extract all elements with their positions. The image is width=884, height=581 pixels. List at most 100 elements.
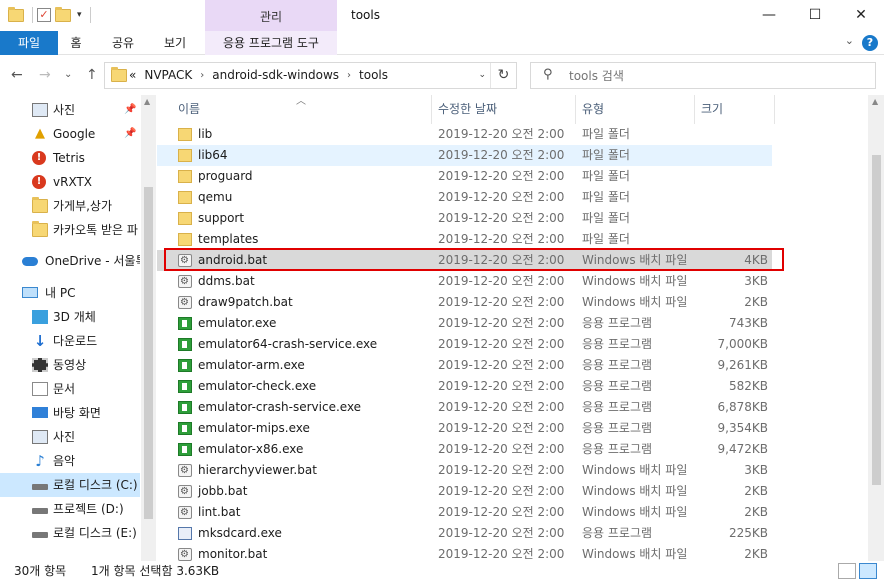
table-row[interactable]: lib 2019-12-20 오전 2:00 파일 폴더 xyxy=(157,124,772,145)
properties-icon[interactable]: ✓ xyxy=(37,8,51,22)
search-box[interactable]: ⚲ xyxy=(530,62,876,89)
nav-item-folder[interactable]: 가게부,상가 xyxy=(0,194,140,218)
batch-file-icon xyxy=(178,544,192,561)
breadcrumb-item[interactable]: NVPACK xyxy=(144,63,192,88)
table-row[interactable]: emulator-check.exe 2019-12-20 오전 2:00 응용 프… xyxy=(157,376,772,397)
nav-scrollbar[interactable]: ▲ xyxy=(141,95,156,561)
refresh-button[interactable]: ↻ xyxy=(490,63,516,88)
table-row[interactable]: mksdcard.exe 2019-12-20 오전 2:00 응용 프로그램 225… xyxy=(157,523,772,544)
column-size[interactable]: 크기 xyxy=(695,95,775,124)
nav-item-tetris[interactable]: ! Tetris xyxy=(0,146,140,170)
nav-item-videos[interactable]: 동영상 xyxy=(0,353,140,377)
nav-item-kakaotalk[interactable]: 카카오톡 받은 파 xyxy=(0,218,140,242)
table-row[interactable]: emulator.exe 2019-12-20 오전 2:00 응용 프로그램 743… xyxy=(157,313,772,334)
close-button[interactable]: ✕ xyxy=(838,0,884,31)
breadcrumb-item[interactable]: android-sdk-windows xyxy=(212,63,339,88)
table-row[interactable]: ddms.bat 2019-12-20 오전 2:00 Windows 배치 파일 3… xyxy=(157,271,772,292)
folder-icon xyxy=(8,6,24,22)
breadcrumb-separator[interactable]: › xyxy=(200,63,204,88)
table-row[interactable]: qemu 2019-12-20 오전 2:00 파일 폴더 xyxy=(157,187,772,208)
table-row[interactable]: draw9patch.bat 2019-12-20 오전 2:00 Windows … xyxy=(157,292,772,313)
file-name: lint.bat xyxy=(198,505,241,519)
tab-home[interactable]: 홈 xyxy=(58,31,94,55)
context-tab-header: 관리 xyxy=(205,0,337,31)
column-type[interactable]: 유형 xyxy=(576,95,695,124)
address-row: ← → ⌄ ↑ « NVPACK › android-sdk-windows ›… xyxy=(0,55,884,95)
table-row[interactable]: emulator-arm.exe 2019-12-20 오전 2:00 응용 프로그… xyxy=(157,355,772,376)
nav-item-pictures[interactable]: 사진 xyxy=(0,425,140,449)
table-row[interactable]: emulator64-crash-service.exe 2019-12-20 오… xyxy=(157,334,772,355)
file-type: Windows 배치 파일 xyxy=(582,295,688,309)
details-view-button[interactable] xyxy=(838,563,856,579)
nav-item-music[interactable]: ♪ 음악 xyxy=(0,449,140,473)
address-dropdown-icon[interactable]: ⌄ xyxy=(478,63,486,88)
file-size: 2KB xyxy=(744,547,768,561)
table-row[interactable]: monitor.bat 2019-12-20 오전 2:00 Windows 배치 … xyxy=(157,544,772,561)
back-button[interactable]: ← xyxy=(11,67,23,83)
tab-file[interactable]: 파일 xyxy=(0,31,58,55)
nav-item-google[interactable]: ▲ Google 📌 xyxy=(0,122,140,146)
table-row[interactable]: emulator-crash-service.exe 2019-12-20 오전 … xyxy=(157,397,772,418)
scroll-up-icon[interactable]: ▲ xyxy=(144,97,150,106)
address-bar[interactable]: « NVPACK › android-sdk-windows › tools ⌄… xyxy=(104,62,517,89)
large-icons-view-button[interactable] xyxy=(859,563,877,579)
nav-item-this-pc[interactable]: 내 PC xyxy=(0,281,140,305)
breadcrumb-item[interactable]: tools xyxy=(359,63,388,88)
new-folder-icon[interactable] xyxy=(55,6,71,22)
exe-icon xyxy=(178,338,192,351)
tab-view[interactable]: 보기 xyxy=(152,31,198,55)
file-type: Windows 배치 파일 xyxy=(582,274,688,288)
help-icon[interactable]: ? xyxy=(862,35,878,51)
drive-icon xyxy=(32,508,48,514)
table-row[interactable]: hierarchyviewer.bat 2019-12-20 오전 2:00 Win… xyxy=(157,460,772,481)
file-date-modified: 2019-12-20 오전 2:00 xyxy=(438,127,565,141)
file-name: jobb.bat xyxy=(198,484,248,498)
file-size: 6,878KB xyxy=(717,400,768,414)
file-date-modified: 2019-12-20 오전 2:00 xyxy=(438,295,565,309)
recent-locations-button[interactable]: ⌄ xyxy=(64,69,72,80)
column-date-modified[interactable]: 수정한 날짜 xyxy=(432,95,576,124)
table-row[interactable]: support 2019-12-20 오전 2:00 파일 폴더 xyxy=(157,208,772,229)
nav-item-vrxtx[interactable]: ! vRXTX xyxy=(0,170,140,194)
divider xyxy=(89,7,91,23)
tab-share[interactable]: 공유 xyxy=(100,31,146,55)
breadcrumb-separator[interactable]: › xyxy=(347,63,351,88)
search-input[interactable] xyxy=(569,67,859,85)
nav-item-drive-d[interactable]: 프로젝트 (D:) xyxy=(0,497,140,521)
table-row[interactable]: emulator-mips.exe 2019-12-20 오전 2:00 응용 프로… xyxy=(157,418,772,439)
file-list-scrollbar[interactable]: ▲ xyxy=(868,95,884,561)
file-type: Windows 배치 파일 xyxy=(582,505,688,519)
chevron-down-icon[interactable]: ⌄ xyxy=(845,34,854,47)
scroll-up-icon[interactable]: ▲ xyxy=(872,97,878,106)
file-type: 파일 폴더 xyxy=(582,148,630,162)
up-button[interactable]: ↑ xyxy=(86,67,98,83)
table-row[interactable]: android.bat 2019-12-20 오전 2:00 Windows 배치 … xyxy=(157,250,772,271)
nav-item-drive-c[interactable]: 로컬 디스크 (C:) xyxy=(0,473,140,497)
file-list: 이름 ︿ 수정한 날짜 유형 크기 lib 2019-12-20 오전 2:00 파… xyxy=(157,95,868,561)
minimize-button[interactable]: — xyxy=(746,0,792,31)
pictures-icon xyxy=(32,430,48,444)
nav-item-label: 다운로드 xyxy=(53,334,98,348)
scrollbar-thumb[interactable] xyxy=(872,155,881,485)
breadcrumb-overflow[interactable]: « xyxy=(129,63,136,88)
customize-toolbar-icon[interactable]: ▾ xyxy=(77,10,82,20)
nav-item-desktop[interactable]: 바탕 화면 xyxy=(0,401,140,425)
tab-application-tools[interactable]: 응용 프로그램 도구 xyxy=(205,31,337,55)
table-row[interactable]: jobb.bat 2019-12-20 오전 2:00 Windows 배치 파일 2… xyxy=(157,481,772,502)
nav-item-downloads[interactable]: ↓ 다운로드 xyxy=(0,329,140,353)
table-row[interactable]: lib64 2019-12-20 오전 2:00 파일 폴더 xyxy=(157,145,772,166)
nav-item-drive-e[interactable]: 로컬 디스크 (E:) xyxy=(0,521,140,545)
table-row[interactable]: lint.bat 2019-12-20 오전 2:00 Windows 배치 파일 2… xyxy=(157,502,772,523)
maximize-button[interactable]: ☐ xyxy=(792,0,838,31)
nav-item-onedrive[interactable]: OneDrive - 서울특 xyxy=(0,249,140,273)
table-row[interactable]: emulator-x86.exe 2019-12-20 오전 2:00 응용 프로그… xyxy=(157,439,772,460)
scrollbar-thumb[interactable] xyxy=(144,187,153,519)
forward-button[interactable]: → xyxy=(39,67,51,83)
file-size: 2KB xyxy=(744,295,768,309)
table-row[interactable]: templates 2019-12-20 오전 2:00 파일 폴더 xyxy=(157,229,772,250)
nav-item-pictures-pinned[interactable]: 사진 📌 xyxy=(0,98,140,122)
nav-item-3d-objects[interactable]: 3D 개체 xyxy=(0,305,140,329)
table-row[interactable]: proguard 2019-12-20 오전 2:00 파일 폴더 xyxy=(157,166,772,187)
nav-item-documents[interactable]: 문서 xyxy=(0,377,140,401)
file-date-modified: 2019-12-20 오전 2:00 xyxy=(438,211,565,225)
